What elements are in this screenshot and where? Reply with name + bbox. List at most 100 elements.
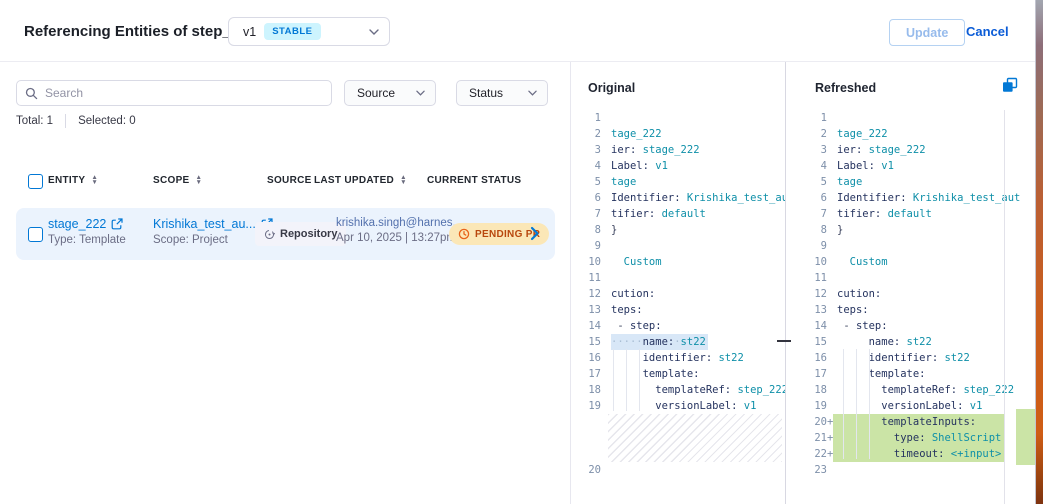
line-content: template: — [833, 366, 1036, 382]
search-box[interactable] — [16, 80, 332, 106]
entity-link[interactable]: stage_222 — [48, 217, 126, 231]
line-content: ·····name:·st22 — [607, 334, 785, 350]
diff-pane-refreshed[interactable]: Refreshed 12tage_2223ier: stage_2224Labe… — [787, 62, 1036, 504]
collapsed-diff-region — [608, 414, 782, 462]
line-number: 15 — [571, 334, 601, 350]
code-line: 7tifier: default — [787, 206, 1036, 222]
line-number: 20 — [571, 462, 601, 478]
column-header-current-status: CURRENT STATUS — [427, 175, 521, 186]
indent-guide — [843, 349, 844, 459]
version-select[interactable]: v1 STABLE — [228, 17, 390, 46]
line-number: 3 — [571, 142, 601, 158]
line-content: } — [833, 222, 1036, 238]
overview-ruler-added-marker — [1016, 409, 1036, 465]
entity-type: Type: Template — [48, 234, 126, 246]
line-content — [833, 238, 1036, 254]
line-number: 10 — [797, 254, 827, 270]
indent-guide — [613, 349, 614, 411]
code-line: 9 — [787, 238, 1036, 254]
code-line: 5tage — [787, 174, 1036, 190]
cancel-button[interactable]: Cancel — [966, 24, 1009, 39]
status-filter-dropdown[interactable]: Status — [456, 80, 548, 106]
line-content: identifier: st22 — [607, 350, 785, 366]
line-number: 13 — [571, 302, 601, 318]
chevron-right-icon[interactable] — [530, 226, 540, 241]
code-line: 14 - step: — [787, 318, 1036, 334]
line-number: 16 — [571, 350, 601, 366]
refreshed-pane-title: Refreshed — [787, 62, 1036, 110]
update-button[interactable]: Update — [889, 19, 965, 46]
row-checkbox[interactable] — [28, 227, 43, 242]
column-header-scope[interactable]: SCOPE ▲▼ — [153, 175, 202, 186]
line-content — [833, 462, 1036, 478]
line-number: 7 — [797, 206, 827, 222]
line-number: 9 — [571, 238, 601, 254]
line-content: ier: stage_222 — [833, 142, 1036, 158]
code-line: 20 — [571, 462, 785, 478]
source-badge: Repository — [255, 222, 346, 246]
line-number: 4 — [571, 158, 601, 174]
line-content: versionLabel: v1 — [833, 398, 1036, 414]
code-line: 10 Custom — [787, 254, 1036, 270]
page-title: Referencing Entities of step_222 — [24, 23, 256, 40]
total-count: Total: 1 — [16, 115, 53, 127]
line-number: 4 — [797, 158, 827, 174]
line-content — [833, 270, 1036, 286]
code-line: 11 — [787, 270, 1036, 286]
code-line: 1 — [571, 110, 785, 126]
code-line: 11 — [571, 270, 785, 286]
code-line: 15 ·····name:·st22 — [571, 334, 785, 350]
line-number: 12 — [571, 286, 601, 302]
line-content — [607, 462, 785, 478]
column-header-last-updated[interactable]: LAST UPDATED ▲▼ — [314, 175, 407, 186]
line-content: identifier: st22 — [833, 350, 1036, 366]
version-value: v1 — [243, 25, 256, 39]
line-number: 5 — [571, 174, 601, 190]
code-line: 22+ timeout: <+input> — [787, 446, 1036, 462]
scrollbar-track-edge — [1004, 110, 1005, 504]
code-line: 7tifier: default — [571, 206, 785, 222]
table-row[interactable]: stage_222 Type: Template Krishika_test_a… — [16, 208, 555, 260]
line-number: 9 — [797, 238, 827, 254]
line-number: 18 — [571, 382, 601, 398]
source-filter-dropdown[interactable]: Source — [344, 80, 436, 106]
selection-highlight: ·····name:·st22 — [611, 334, 708, 350]
line-number: 3 — [797, 142, 827, 158]
line-number: 12 — [797, 286, 827, 302]
copy-icon[interactable] — [1002, 77, 1018, 93]
code-line: 2tage_222 — [571, 126, 785, 142]
diff-pane-original[interactable]: Original 12tage_2223ier: stage_2224Label… — [571, 62, 786, 504]
line-content: tage_222 — [833, 126, 1036, 142]
line-content: tage — [607, 174, 785, 190]
line-content: tage_222 — [607, 126, 785, 142]
line-content: - step: — [607, 318, 785, 334]
line-content: teps: — [833, 302, 1036, 318]
sort-icon[interactable]: ▲▼ — [91, 176, 98, 185]
select-all-checkbox[interactable] — [28, 174, 43, 189]
table-header: ENTITY ▲▼ SCOPE ▲▼ SOURCE LAST UPDATED ▲… — [0, 172, 571, 198]
code-line: 17 template: — [571, 366, 785, 382]
line-content: type: ShellScript — [833, 430, 1004, 446]
repository-icon — [264, 229, 275, 240]
line-content: tage — [833, 174, 1036, 190]
line-content: - step: — [833, 318, 1036, 334]
code-line: 5 tage — [571, 174, 785, 190]
line-content: name: st22 — [833, 334, 1036, 350]
column-header-entity[interactable]: ENTITY ▲▼ — [48, 175, 98, 186]
sort-icon[interactable]: ▲▼ — [196, 176, 203, 185]
code-line: 12 cution: — [787, 286, 1036, 302]
original-code[interactable]: 12tage_2223ier: stage_2224Label: v15tage… — [571, 110, 785, 478]
line-content: cution: — [833, 286, 1036, 302]
search-icon — [25, 87, 38, 100]
line-number: 6 — [797, 190, 827, 206]
external-link-icon[interactable] — [111, 218, 123, 230]
line-content: template: — [607, 366, 785, 382]
code-line: 18 templateRef: step_222 — [571, 382, 785, 398]
search-input[interactable] — [45, 86, 323, 100]
line-number: 1 — [797, 110, 827, 126]
refreshed-code[interactable]: 12tage_2223ier: stage_2224Label: v15tage… — [787, 110, 1036, 478]
drawer-header: Referencing Entities of step_222 v1 STAB… — [0, 0, 1036, 62]
line-number: 17 — [797, 366, 827, 382]
line-content: cution: — [607, 286, 785, 302]
sort-icon[interactable]: ▲▼ — [400, 176, 407, 185]
